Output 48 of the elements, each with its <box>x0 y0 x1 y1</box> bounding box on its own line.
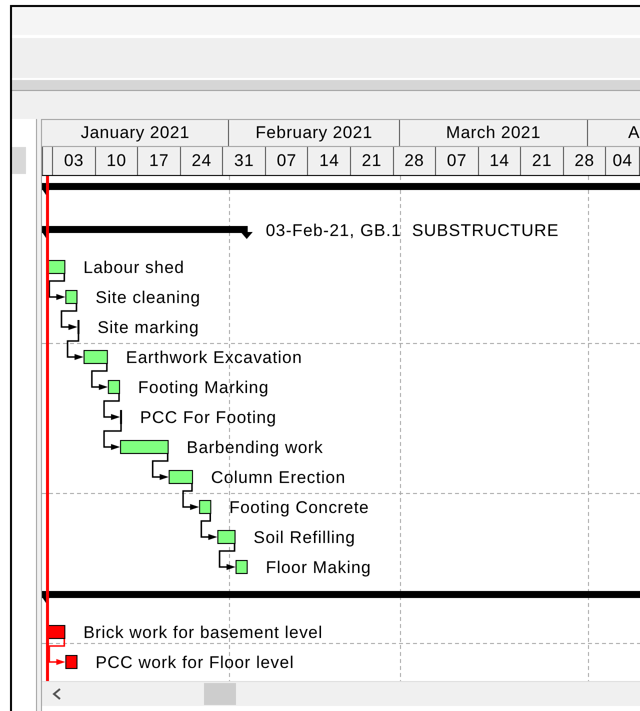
week-header: 07 <box>436 147 479 175</box>
task-marker[interactable] <box>77 320 80 334</box>
summary-bar[interactable] <box>42 226 253 239</box>
task-label: Footing Concrete <box>229 498 370 517</box>
task-label: Barbending work <box>186 438 324 457</box>
task-bar[interactable] <box>168 470 193 484</box>
week-header: 07 <box>266 147 308 175</box>
task-bar[interactable] <box>120 440 169 454</box>
task-label: Site cleaning <box>95 288 201 307</box>
week-header: 24 <box>180 147 224 175</box>
week-header: 21 <box>350 147 394 175</box>
task-label: Footing Marking <box>138 378 269 397</box>
task-label: Soil Refilling <box>254 528 356 547</box>
summary-bar[interactable] <box>42 591 640 603</box>
task-label: Site marking <box>97 318 200 337</box>
week-header: 04 <box>606 147 640 175</box>
task-bar[interactable] <box>84 350 108 364</box>
scrollbar[interactable] <box>12 147 26 174</box>
task-label: PCC work for Floor level <box>95 653 294 672</box>
task-bar[interactable] <box>217 530 236 544</box>
task-label: Labour shed <box>83 258 184 277</box>
task-label: Floor Making <box>266 558 372 577</box>
task-label: PCC For Footing <box>140 408 277 427</box>
summary-bar[interactable] <box>42 183 640 195</box>
week-header: 31 <box>223 147 266 175</box>
task-label: Brick work for basement level <box>83 623 323 642</box>
task-bar[interactable] <box>65 655 78 669</box>
week-header: 28 <box>564 147 606 175</box>
scroll-left-icon[interactable] <box>52 688 62 700</box>
task-bar[interactable] <box>236 560 248 574</box>
task-bar[interactable] <box>199 500 212 514</box>
summary-label: 03-Feb-21, GB.1 SUBSTRUCTURE <box>266 221 559 240</box>
month-header: A <box>627 122 640 144</box>
scroll-thumb[interactable] <box>204 683 236 705</box>
week-header: 28 <box>394 147 436 175</box>
task-label: Earthwork Excavation <box>126 348 302 367</box>
task-marker[interactable] <box>120 410 122 424</box>
task-bar[interactable] <box>65 290 78 304</box>
task-bar[interactable] <box>108 380 120 394</box>
task-bar[interactable] <box>47 260 66 274</box>
week-header: 14 <box>478 147 522 175</box>
week-header: 03 <box>53 147 96 175</box>
week-header: 14 <box>308 147 351 175</box>
task-label: Column Erection <box>211 468 346 487</box>
week-header: 21 <box>521 147 564 175</box>
week-header: 10 <box>96 147 138 175</box>
week-header: 17 <box>138 147 181 175</box>
header-cell <box>42 147 54 175</box>
